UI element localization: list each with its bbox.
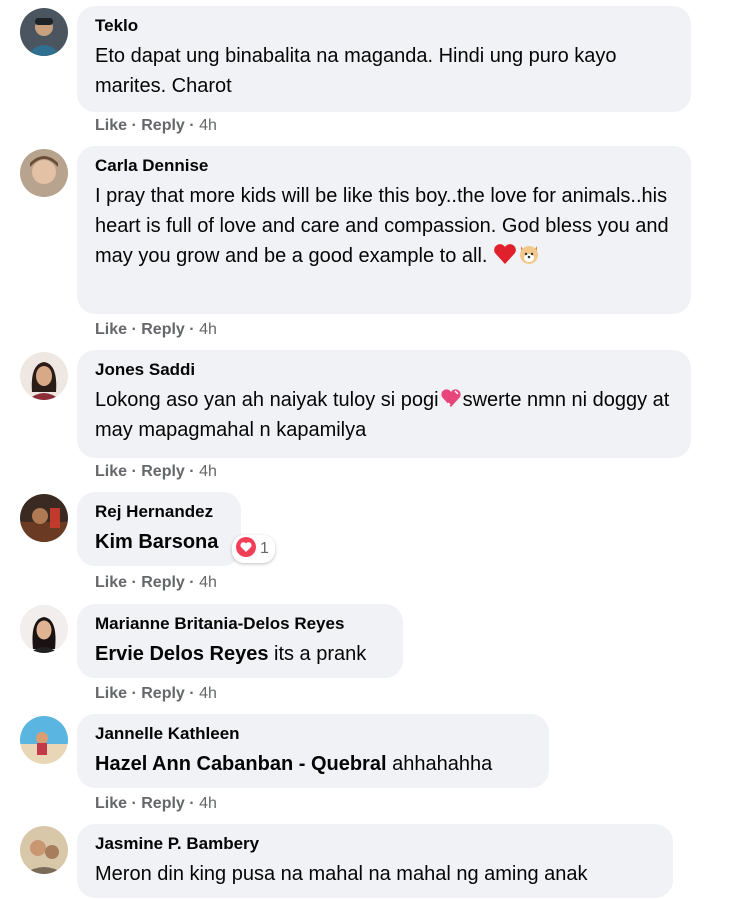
comment-text-body: its a prank	[274, 643, 367, 665]
comment-author[interactable]: Rej Hernandez	[95, 501, 223, 523]
avatar[interactable]	[20, 8, 68, 56]
comment-actions: Like · Reply · 4h	[95, 116, 217, 136]
comment-author[interactable]: Marianne Britania-Delos Reyes	[95, 613, 385, 635]
timestamp[interactable]: 4h	[199, 463, 217, 480]
avatar[interactable]	[20, 605, 68, 653]
comment-bubble: Jannelle Kathleen Hazel Ann Cabanban - Q…	[77, 714, 549, 788]
comment-text: Eto dapat ung binabalita na maganda. Hin…	[95, 45, 617, 97]
separator: ·	[131, 463, 137, 480]
separator: ·	[131, 795, 137, 812]
separator: ·	[189, 117, 195, 134]
separator: ·	[131, 685, 137, 702]
separator: ·	[131, 321, 137, 338]
timestamp[interactable]: 4h	[199, 685, 217, 702]
timestamp[interactable]: 4h	[199, 574, 217, 591]
comment-bubble: Carla Dennise I pray that more kids will…	[77, 146, 691, 314]
reply-link[interactable]: Reply	[141, 685, 185, 702]
comment-text-part: Lokong aso yan ah naiyak tuloy si pogi	[95, 389, 439, 411]
reply-link[interactable]: Reply	[141, 795, 185, 812]
separator: ·	[189, 795, 195, 812]
reply-link[interactable]: Reply	[141, 574, 185, 591]
like-link[interactable]: Like	[95, 463, 127, 480]
mentioned-user-link[interactable]: Hazel Ann Cabanban - Quebral	[95, 753, 387, 775]
comment-text: I pray that more kids will be like this …	[95, 181, 673, 271]
timestamp[interactable]: 4h	[199, 321, 217, 338]
comment-text-body: I pray that more kids will be like this …	[95, 185, 669, 267]
like-link[interactable]: Like	[95, 321, 127, 338]
comment-text-body: ahhahahha	[392, 753, 493, 775]
comment-text: Lokong aso yan ah naiyak tuloy si pogi s…	[95, 385, 673, 445]
dog-face-emoji-icon	[517, 243, 541, 265]
comment-text: Ervie Delos Reyes its a prank	[95, 639, 385, 669]
like-link[interactable]: Like	[95, 117, 127, 134]
timestamp[interactable]: 4h	[199, 117, 217, 134]
comment-actions: Like · Reply · 4h	[95, 573, 217, 593]
separator: ·	[189, 321, 195, 338]
avatar[interactable]	[20, 352, 68, 400]
comment-author[interactable]: Jasmine P. Bambery	[95, 833, 655, 855]
mentioned-user-link[interactable]: Kim Barsona	[95, 527, 223, 557]
comment-actions: Like · Reply · 4h	[95, 462, 217, 482]
separator: ·	[189, 463, 195, 480]
comment-bubble: Teklo Eto dapat ung binabalita na magand…	[77, 6, 691, 112]
avatar[interactable]	[20, 494, 68, 542]
like-link[interactable]: Like	[95, 574, 127, 591]
comment-bubble: Jasmine P. Bambery Meron din king pusa n…	[77, 824, 673, 898]
comment-author[interactable]: Teklo	[95, 15, 673, 37]
comment-author[interactable]: Carla Dennise	[95, 155, 673, 177]
reply-link[interactable]: Reply	[141, 463, 185, 480]
timestamp[interactable]: 4h	[199, 795, 217, 812]
comment-author[interactable]: Jones Saddi	[95, 359, 673, 381]
comment-bubble: Marianne Britania-Delos Reyes Ervie Delo…	[77, 604, 403, 678]
comment-author[interactable]: Jannelle Kathleen	[95, 723, 531, 745]
comment-bubble: Jones Saddi Lokong aso yan ah naiyak tul…	[77, 350, 691, 458]
comment-text: Meron din king pusa na mahal na mahal ng…	[95, 863, 588, 885]
separator: ·	[131, 117, 137, 134]
separator: ·	[131, 574, 137, 591]
comment-actions: Like · Reply · 4h	[95, 320, 217, 340]
comment-bubble: Rej Hernandez Kim Barsona	[77, 492, 241, 566]
comment-actions: Like · Reply · 4h	[95, 684, 217, 704]
mentioned-user-link[interactable]: Ervie Delos Reyes	[95, 643, 268, 665]
like-link[interactable]: Like	[95, 795, 127, 812]
separator: ·	[189, 574, 195, 591]
reaction-count: 1	[260, 540, 269, 557]
separator: ·	[189, 685, 195, 702]
reply-link[interactable]: Reply	[141, 117, 185, 134]
comment-text: Hazel Ann Cabanban - Quebral ahhahahha	[95, 749, 531, 779]
love-reaction-icon	[236, 536, 256, 562]
heart-emoji-icon	[493, 243, 517, 265]
avatar[interactable]	[20, 716, 68, 764]
reaction-summary[interactable]: 1	[232, 535, 275, 563]
sparkling-heart-emoji-icon	[439, 387, 463, 409]
avatar[interactable]	[20, 826, 68, 874]
comment-actions: Like · Reply · 4h	[95, 794, 217, 814]
avatar[interactable]	[20, 149, 68, 197]
like-link[interactable]: Like	[95, 685, 127, 702]
reply-link[interactable]: Reply	[141, 321, 185, 338]
